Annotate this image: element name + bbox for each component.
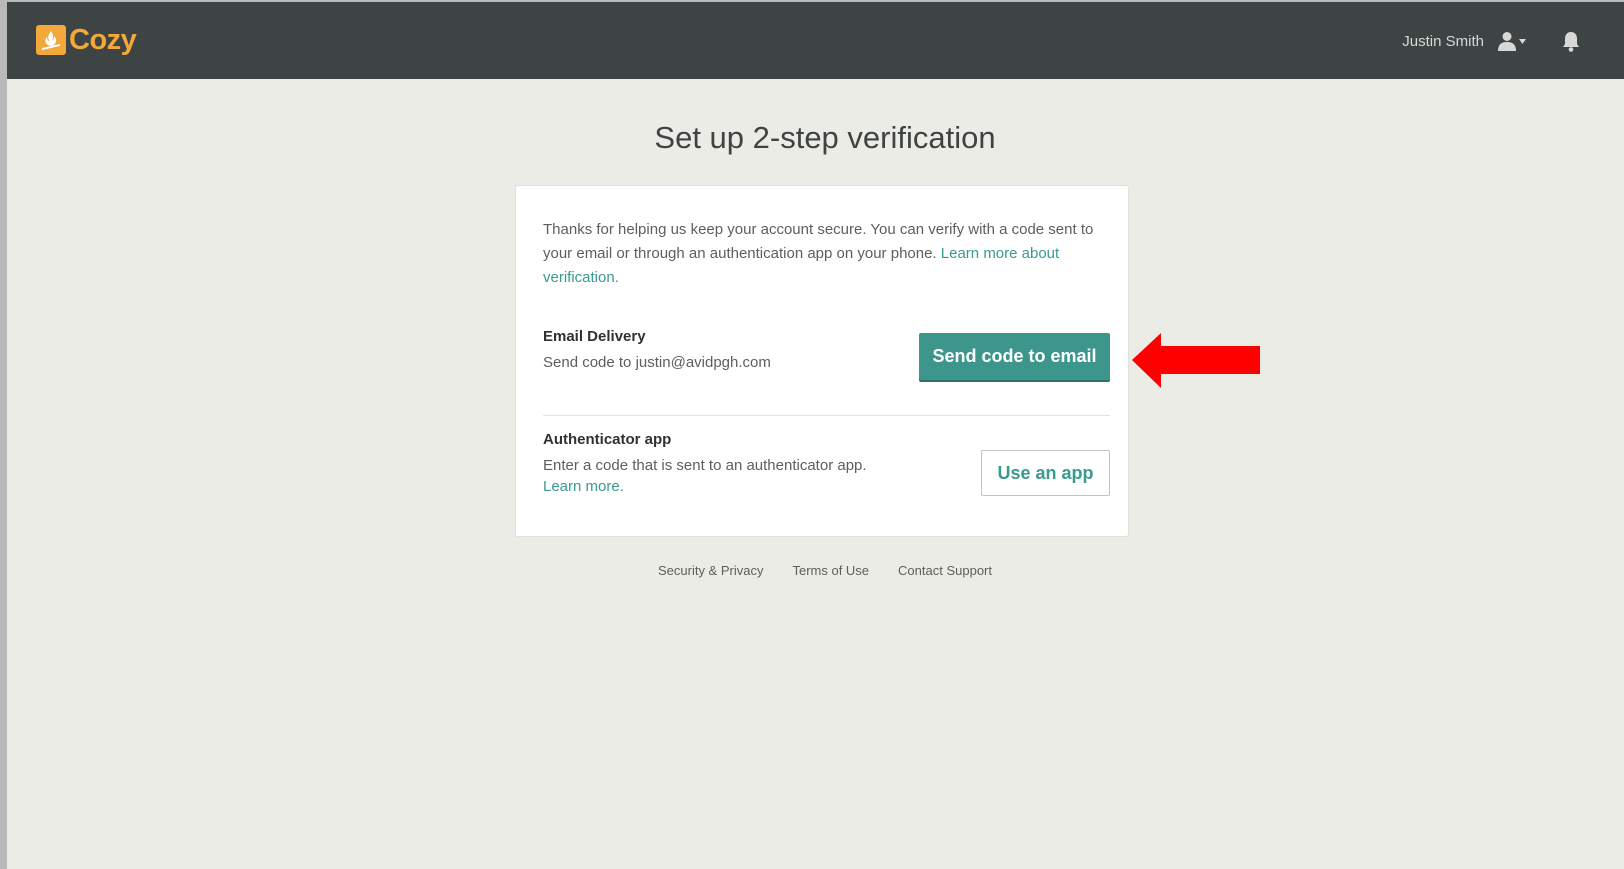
email-delivery-title: Email Delivery: [543, 328, 646, 345]
user-icon: [1498, 32, 1516, 51]
red-arrow-annotation: [1132, 333, 1260, 388]
authenticator-learn-more-link[interactable]: Learn more.: [543, 478, 624, 495]
authenticator-app-title: Authenticator app: [543, 431, 672, 448]
bell-icon[interactable]: [1562, 31, 1580, 52]
logo-text: Cozy: [69, 23, 137, 56]
authenticator-learn-more-row: Learn more.: [543, 476, 624, 498]
footer-link-terms-of-use[interactable]: Terms of Use: [792, 563, 869, 578]
user-menu-button[interactable]: [1498, 31, 1526, 51]
footer-link-security-privacy[interactable]: Security & Privacy: [658, 563, 763, 578]
section-divider: [543, 415, 1110, 416]
chevron-down-icon: [1519, 38, 1526, 44]
user-area: Justin Smith: [1402, 26, 1580, 56]
verification-card: Thanks for helping us keep your account …: [515, 185, 1129, 537]
authenticator-app-description: Enter a code that is sent to an authenti…: [543, 457, 867, 474]
footer-link-contact-support[interactable]: Contact Support: [898, 563, 992, 578]
cozy-logo[interactable]: Cozy: [36, 23, 137, 57]
logo-icon: [36, 25, 66, 55]
intro-paragraph: Thanks for helping us keep your account …: [543, 218, 1105, 290]
top-navigation-bar: Cozy Justin Smith: [7, 2, 1624, 79]
email-delivery-description: Send code to justin@avidpgh.com: [543, 354, 771, 371]
app-frame: Cozy Justin Smith Set up 2-step verifica…: [7, 2, 1624, 869]
send-code-to-email-button[interactable]: Send code to email: [919, 333, 1110, 380]
page-title: Set up 2-step verification: [654, 120, 996, 155]
footer-links: Security & Privacy Terms of Use Contact …: [7, 563, 1624, 578]
user-name[interactable]: Justin Smith: [1402, 33, 1484, 50]
use-an-app-button[interactable]: Use an app: [981, 450, 1110, 496]
